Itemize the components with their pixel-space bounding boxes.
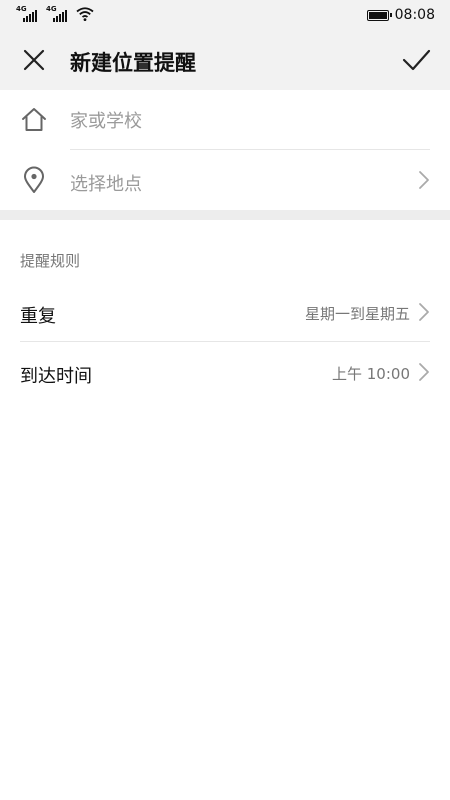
chevron-right-icon xyxy=(419,171,429,189)
check-icon[interactable] xyxy=(400,44,432,76)
signal-icon: 4G xyxy=(46,6,70,22)
select-location-row[interactable]: 选择地点 xyxy=(0,150,450,210)
section-separator xyxy=(0,210,450,220)
status-bar-right: 08:08 xyxy=(366,7,435,23)
page-title: 新建位置提醒 xyxy=(70,51,196,75)
location-reminder-screen: 4G 4G 08:08 新建位置提醒 家或学校 选择地点 提醒规则 重复 星期一… xyxy=(0,0,450,800)
chevron-right-icon xyxy=(419,303,429,321)
location-name-row xyxy=(0,90,450,150)
location-pin-icon xyxy=(24,166,44,193)
arrival-time-label: 到达时间 xyxy=(20,366,92,387)
wifi-icon xyxy=(76,7,94,21)
header: 新建位置提醒 xyxy=(0,30,450,90)
repeat-label: 重复 xyxy=(20,306,56,327)
signal-icon: 4G xyxy=(16,6,40,22)
repeat-row[interactable]: 重复 星期一到星期五 xyxy=(0,282,450,342)
arrival-time-value: 上午 10:00 xyxy=(332,365,410,383)
select-location-label: 选择地点 xyxy=(70,174,142,195)
battery-icon xyxy=(366,9,392,21)
chevron-right-icon xyxy=(419,363,429,381)
status-bar-left: 4G 4G xyxy=(16,6,94,22)
location-section: 选择地点 xyxy=(0,90,450,210)
rules-section-title: 提醒规则 xyxy=(20,252,81,270)
status-bar: 4G 4G 08:08 xyxy=(0,0,450,30)
home-icon xyxy=(22,108,46,131)
close-icon[interactable] xyxy=(18,44,50,76)
arrival-time-row[interactable]: 到达时间 上午 10:00 xyxy=(0,342,450,402)
location-name-input[interactable] xyxy=(70,108,400,134)
repeat-value: 星期一到星期五 xyxy=(304,305,410,323)
status-time: 08:08 xyxy=(394,7,435,23)
